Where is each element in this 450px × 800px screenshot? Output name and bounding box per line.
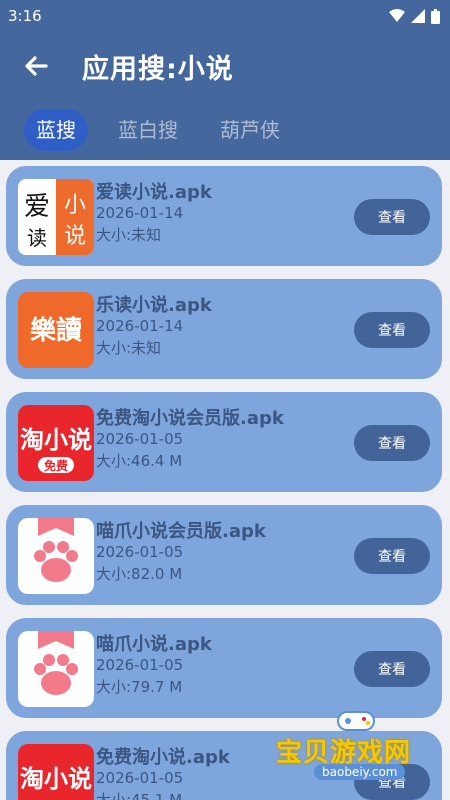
view-button[interactable]: 查看: [354, 199, 430, 235]
paw-icon: [18, 518, 94, 594]
list-item[interactable]: 喵爪小说会员版.apk 2026-01-05 大小:82.0 M 查看: [6, 505, 442, 605]
battery-icon: [431, 8, 440, 24]
tab-lansou[interactable]: 蓝搜: [24, 109, 88, 151]
wifi-icon: [389, 9, 405, 22]
icon-text-taoxiaoshuo: 淘小说: [20, 426, 92, 454]
app-size: 大小:82.0 M: [96, 565, 183, 583]
view-button[interactable]: 查看: [354, 651, 430, 687]
icon-text-xiao: 小: [64, 193, 86, 218]
back-button[interactable]: [18, 48, 54, 84]
app-size: 大小:45.1 M: [96, 791, 183, 800]
icon-text-shuo: 说: [64, 224, 86, 249]
status-bar: 3:16: [0, 0, 450, 32]
app-name: 喵爪小说.apk: [96, 634, 212, 655]
app-name: 免费淘小说.apk: [96, 747, 230, 768]
app-date: 2026-01-05: [96, 769, 184, 787]
taoxiaoshuo-icon: 淘小说 免费: [18, 405, 94, 481]
app-name: 乐读小说.apk: [96, 295, 212, 316]
title-bar: 应用搜:小说: [0, 44, 450, 90]
app-date: 2026-01-14: [96, 317, 184, 335]
app-date: 2026-01-05: [96, 430, 184, 448]
tab-lanbaisou[interactable]: 蓝白搜: [106, 109, 190, 151]
arrow-left-icon: [25, 56, 48, 76]
app-name: 喵爪小说会员版.apk: [96, 521, 266, 542]
app-size: 大小:未知: [96, 226, 162, 244]
paw-icon: [18, 631, 94, 707]
app-date: 2026-01-05: [96, 656, 184, 674]
tab-huluxia[interactable]: 葫芦侠: [208, 109, 292, 151]
list-item[interactable]: 爱 读 小 说 爱读小说.apk 2026-01-14 大小:未知 查看: [6, 166, 442, 266]
list-item[interactable]: 喵爪小说.apk 2026-01-05 大小:79.7 M 查看: [6, 618, 442, 718]
view-button[interactable]: 查看: [354, 312, 430, 348]
source-tabs: 蓝搜 蓝白搜 葫芦侠: [24, 106, 292, 154]
app-name: 免费淘小说会员版.apk: [96, 408, 284, 429]
ledu-novel-icon: 樂讀: [18, 292, 94, 368]
page-title: 应用搜:小说: [82, 54, 234, 85]
icon-text-du: 读: [27, 226, 47, 250]
gamepad-icon: [337, 711, 375, 731]
taoxiaoshuo-icon: 淘小说: [18, 744, 94, 800]
list-item[interactable]: 淘小说 免费 免费淘小说会员版.apk 2026-01-05 大小:46.4 M…: [6, 392, 442, 492]
aidu-novel-icon: 爱 读 小 说: [18, 179, 94, 255]
app-size: 大小:46.4 M: [96, 452, 183, 470]
app-date: 2026-01-05: [96, 543, 184, 561]
view-button[interactable]: 查看: [354, 538, 430, 574]
list-item[interactable]: 樂讀 乐读小说.apk 2026-01-14 大小:未知 查看: [6, 279, 442, 379]
watermark-url: baobeiy.com: [314, 764, 406, 780]
app-size: 大小:未知: [96, 339, 162, 357]
icon-text-ai: 爱: [24, 192, 50, 222]
icon-text-ledu: 樂讀: [30, 315, 82, 346]
app-header: 3:16 应用搜:小说 蓝搜 蓝白搜 葫芦侠: [0, 0, 450, 160]
icon-text-taoxiaoshuo: 淘小说: [20, 765, 92, 793]
status-icons: [389, 8, 440, 24]
icon-text-mianfei: 免费: [44, 458, 68, 473]
result-list: 爱 读 小 说 爱读小说.apk 2026-01-14 大小:未知 查看 樂讀 …: [0, 160, 450, 800]
app-size: 大小:79.7 M: [96, 678, 183, 696]
status-time: 3:16: [8, 7, 42, 25]
app-date: 2026-01-14: [96, 204, 184, 222]
app-name: 爱读小说.apk: [96, 182, 212, 203]
view-button[interactable]: 查看: [354, 425, 430, 461]
watermark: 宝贝游戏网 baobeiy.com: [268, 708, 446, 798]
signal-icon: [411, 9, 425, 23]
